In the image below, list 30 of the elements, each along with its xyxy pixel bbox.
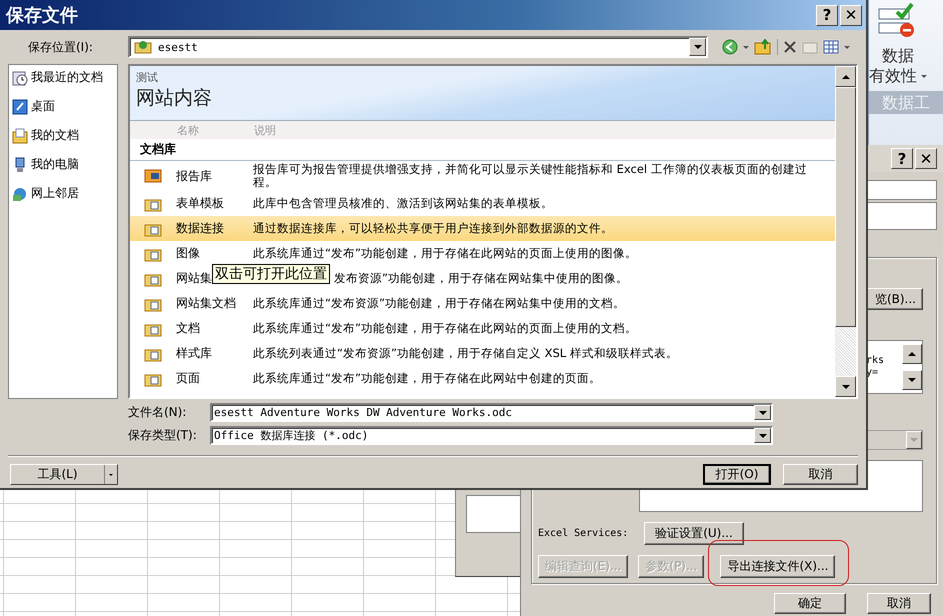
item-description: 此系统列表通过“发布资源”功能创建，用于存储自定义 XSL 样式和级联样式表。 <box>253 345 679 362</box>
filename-label: 文件名(N): <box>128 404 188 421</box>
location-value: esestt <box>158 40 199 54</box>
item-name: 样式库 <box>176 345 213 362</box>
tooltip: 双击可打开此位置 <box>212 264 330 284</box>
item-description: 此系统库通过“发布资源”功能创建，用于存储在网站集中使用的文档。 <box>253 295 626 312</box>
item-name: 数据连接 <box>176 220 225 237</box>
item-description: 此库中包含管理员核准的、激活到该网站集的表单模板。 <box>253 195 554 212</box>
text-line: rks <box>866 355 886 367</box>
location-label: 保存位置(I): <box>27 38 94 56</box>
site-subtitle: 测试 <box>136 70 159 85</box>
window-title: 保存文件 <box>6 4 78 27</box>
item-description: 报告库可为报告管理提供增强支持，并简化可以显示关键性能指标和 Excel 工作簿的仪表板页面的创建过程。 <box>253 161 808 191</box>
item-name: 页面 <box>176 370 201 387</box>
site-title: 网站内容 <box>136 86 213 111</box>
item-name: 文档 <box>176 320 201 337</box>
item-description: 发布资源”功能创建，用于存储在网站集中使用的图像。 <box>334 270 628 287</box>
item-name: 报告库 <box>176 168 213 184</box>
item-description: 此系统库通过“发布”功能创建，用于存储在此网站的页面上使用的图像。 <box>253 245 638 262</box>
item-name: 图像 <box>176 245 201 262</box>
item-description: 此系统库通过“发布”功能创建，用于存储在此网站中创建的页面。 <box>253 370 602 387</box>
item-name: 网站集 <box>176 270 212 287</box>
item-name: 网站集文档 <box>176 295 237 312</box>
item-name: 表单模板 <box>176 195 225 212</box>
file-type-label: 保存类型(T): <box>128 427 198 444</box>
item-description: 通过数据连接库，可以轻松共享便于用户连接到外部数据源的文件。 <box>253 220 614 237</box>
services-label: Excel Services: <box>538 528 630 539</box>
ribbon-group-title: 数据工 <box>869 91 943 114</box>
item-description: 此系统库通过“发布”功能创建，用于存储在此网站的页面上使用的文档。 <box>253 320 638 337</box>
group-heading: 文档库 <box>130 139 835 161</box>
